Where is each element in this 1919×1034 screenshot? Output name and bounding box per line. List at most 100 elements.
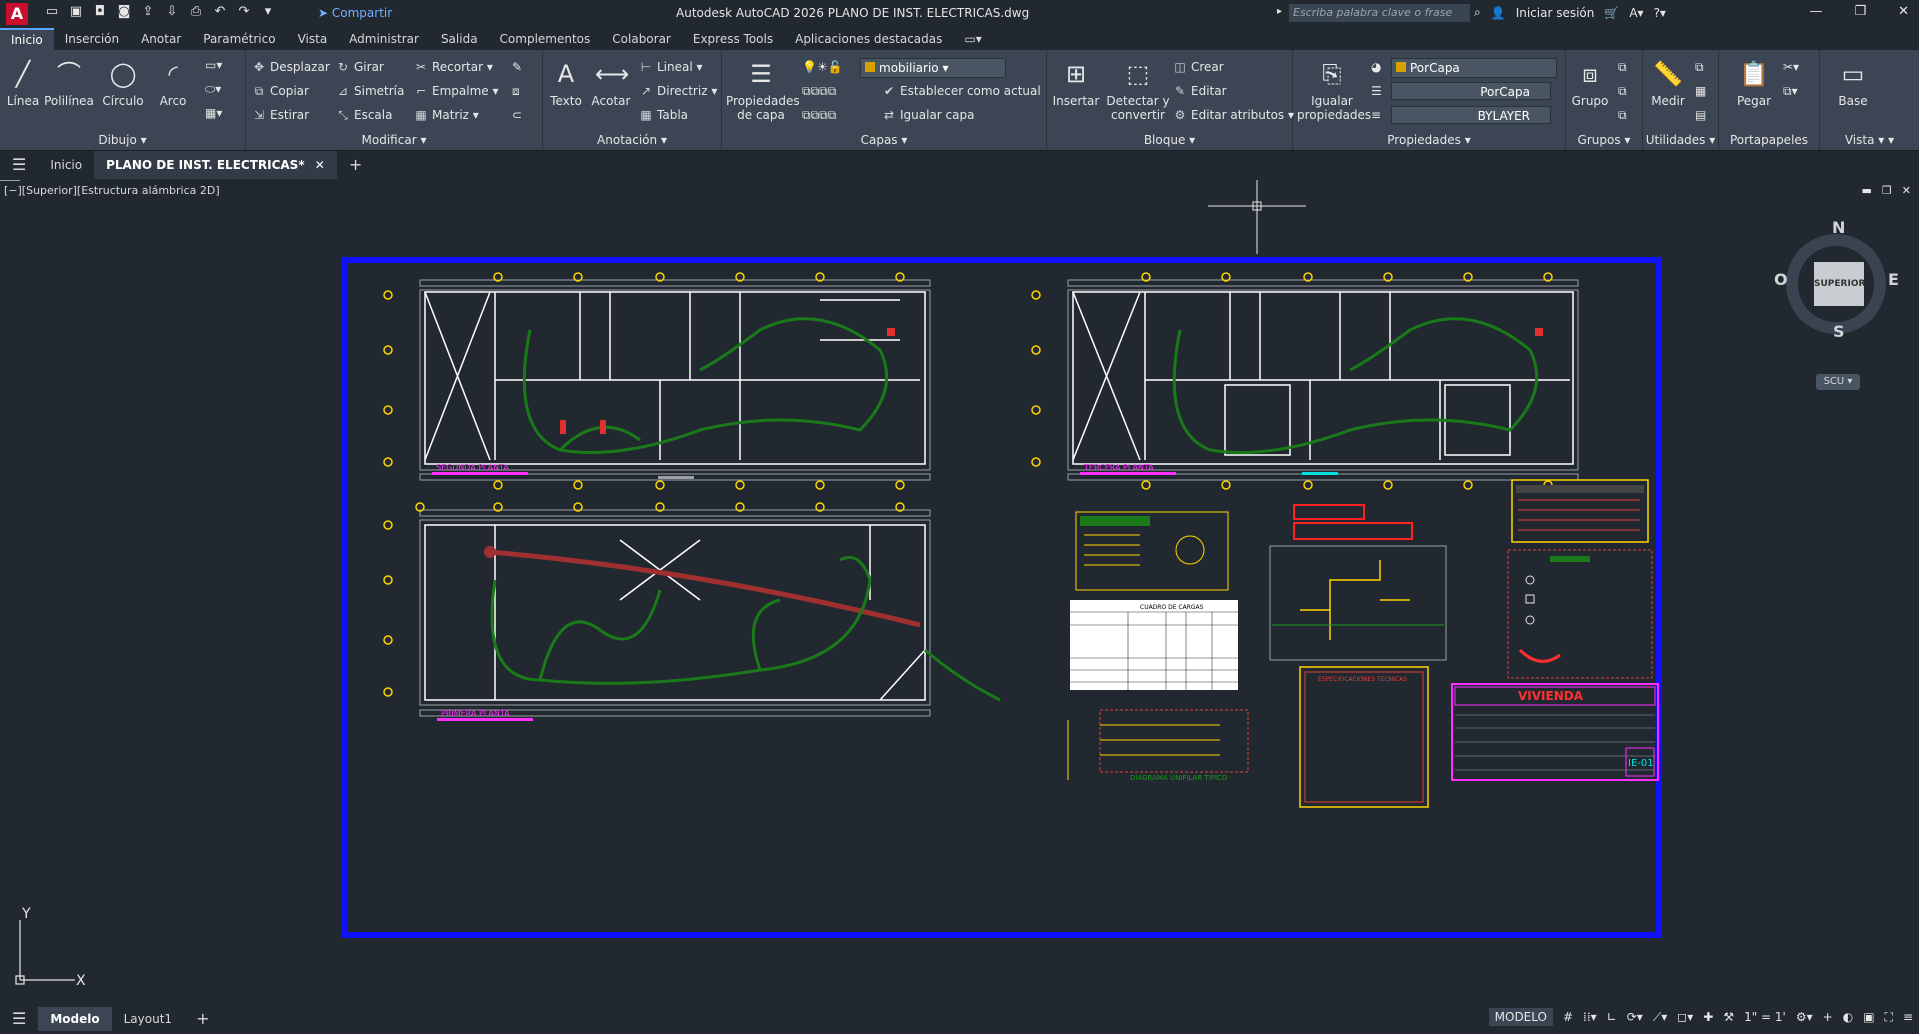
annotation-scale-button[interactable]: 1" = 1' <box>1744 1010 1786 1024</box>
arc-button[interactable]: ◜ Arco <box>156 58 190 108</box>
linear-dim-button[interactable]: ⊢ Lineal ▾ <box>639 58 703 76</box>
ribbon-options-icon[interactable]: ▭▾ <box>953 28 992 50</box>
drawing-canvas[interactable]: [−][Superior][Estructura alámbrica 2D] ▬… <box>0 180 1919 998</box>
layer-properties-button[interactable]: ☰ Propiedades de capa <box>726 58 800 122</box>
ribbon-tab-5[interactable]: Administrar <box>338 28 430 50</box>
snap-icon[interactable]: ⁞⁞▾ <box>1583 1010 1597 1024</box>
ucs-menu[interactable]: SCU ▾ <box>1816 374 1860 390</box>
expand-icon[interactable]: ▸ <box>1277 6 1282 17</box>
id-point-icon[interactable]: ▤ <box>1695 106 1706 124</box>
ribbon-tab-1[interactable]: Inserción <box>54 28 130 50</box>
new-file-icon[interactable]: ▭ <box>44 4 60 20</box>
search-icon[interactable]: ⌕ <box>1474 5 1481 20</box>
insert-button[interactable]: ⊞ Insertar <box>1051 58 1101 108</box>
layer-tools-row1[interactable]: ⧉⧉⧉⧉ <box>802 82 836 100</box>
close-icon[interactable]: ✕ <box>1898 4 1909 19</box>
set-current-button[interactable]: ✔ Establecer como actual <box>882 82 1041 100</box>
panel-title-dibujo[interactable]: Dibujo ▾ <box>0 132 245 148</box>
layer-tools-row2[interactable]: ⧉⧉⧉⧉ <box>802 106 836 124</box>
ungroup-icon[interactable]: ⧉ <box>1618 58 1627 76</box>
open-folder-icon[interactable]: ▣ <box>68 4 84 20</box>
ortho-icon[interactable]: ∟ <box>1607 1010 1617 1024</box>
hatch-icon[interactable]: ⬭▾ <box>205 80 221 98</box>
tab-layout1[interactable]: Layout1 <box>112 1007 184 1031</box>
new-tab-icon[interactable]: + <box>337 151 374 179</box>
search-input[interactable]: Escriba palabra clave o frase <box>1289 4 1470 22</box>
import-icon[interactable]: ⇪ <box>140 4 156 20</box>
line-button[interactable]: ╱ Línea <box>6 58 40 108</box>
mirror-button[interactable]: ⊿ Simetría <box>336 82 404 100</box>
menu-icon[interactable]: ☰ <box>0 151 38 179</box>
panel-title-propiedades[interactable]: Propiedades ▾ <box>1293 132 1565 148</box>
viewcube[interactable]: SUPERIOR N S E O <box>1774 218 1900 346</box>
layout-menu-icon[interactable]: ☰ <box>0 1007 38 1031</box>
ribbon-tab-7[interactable]: Complementos <box>489 28 602 50</box>
ribbon-tab-0[interactable]: Inicio <box>0 28 54 50</box>
trim-button[interactable]: ✂ Recortar ▾ <box>414 58 493 76</box>
polyline-button[interactable]: ⌒ Polilínea <box>44 58 94 108</box>
gradient-icon[interactable]: ▦▾ <box>205 104 222 122</box>
viewcube-east[interactable]: E <box>1888 270 1899 289</box>
isodraft-icon[interactable]: ⟋▾ <box>1653 1010 1667 1025</box>
help-icon[interactable]: ?▾ <box>1654 6 1666 20</box>
minimize-icon[interactable]: — <box>1809 4 1822 19</box>
ribbon-tab-8[interactable]: Colaborar <box>601 28 682 50</box>
autocad-logo[interactable]: A <box>6 3 28 25</box>
clean-screen-icon[interactable]: ⛶ <box>1885 1010 1893 1025</box>
match-layer-button[interactable]: ⇄ Igualar capa <box>882 106 975 124</box>
ribbon-tab-4[interactable]: Vista <box>287 28 339 50</box>
customize-qat-icon[interactable]: ▾ <box>260 4 276 20</box>
share-button[interactable]: ➤ Compartir <box>318 6 392 20</box>
annotation-visibility-icon[interactable]: ⚒ <box>1723 1010 1734 1024</box>
color-dropdown[interactable]: PorCapa <box>1391 58 1557 78</box>
polar-icon[interactable]: ⟳▾ <box>1627 1010 1643 1024</box>
osnap-icon[interactable]: ◻▾ <box>1677 1010 1693 1024</box>
panel-title-grupos[interactable]: Grupos ▾ <box>1566 132 1642 148</box>
ribbon-tab-9[interactable]: Express Tools <box>682 28 784 50</box>
close-tab-icon[interactable]: ✕ <box>315 158 325 172</box>
group-select-icon[interactable]: ⧉ <box>1618 106 1627 124</box>
tab-active-drawing[interactable]: PLANO DE INST. ELECTRICAS* ✕ <box>94 151 337 179</box>
circle-button[interactable]: ◯ Círculo <box>100 58 146 108</box>
user-icon[interactable]: 👤 <box>1491 6 1506 20</box>
fillet-button[interactable]: ⌐ Empalme ▾ <box>414 82 499 100</box>
add-layout-icon[interactable]: + <box>184 1007 221 1031</box>
ribbon-tab-6[interactable]: Salida <box>430 28 489 50</box>
explode-icon[interactable]: ⧈ <box>512 82 520 100</box>
calculator-icon[interactable]: ▦ <box>1695 82 1706 100</box>
edit-block-button[interactable]: ✎ Editar <box>1173 82 1227 100</box>
lineweight-dropdown[interactable]: BYLAYER <box>1391 106 1551 124</box>
workspace-icon[interactable]: ⚙▾ <box>1796 1010 1813 1024</box>
measure-button[interactable]: 📏 Medir <box>1647 58 1689 108</box>
panel-title-anotacion[interactable]: Anotación ▾ <box>543 132 721 148</box>
add-icon[interactable]: + <box>1823 1010 1833 1024</box>
save-as-icon[interactable]: ◙ <box>116 4 132 20</box>
restore-icon[interactable]: ❐ <box>1854 4 1866 19</box>
hardware-acceleration-icon[interactable]: ▣ <box>1863 1010 1874 1024</box>
edit-attributes-button[interactable]: ⚙ Editar atributos ▾ <box>1173 106 1294 124</box>
dimension-button[interactable]: ⟷ Acotar <box>591 58 631 108</box>
text-button[interactable]: A Texto <box>547 58 585 108</box>
ribbon-tab-10[interactable]: Aplicaciones destacadas <box>784 28 953 50</box>
model-space-button[interactable]: MODELO <box>1488 1008 1553 1026</box>
undo-icon[interactable]: ↶ <box>212 4 228 20</box>
viewcube-south[interactable]: S <box>1833 322 1845 341</box>
isolate-icon[interactable]: ◐ <box>1843 1010 1853 1024</box>
offset-icon[interactable]: ⊂ <box>512 106 522 124</box>
layer-state-icons[interactable]: 💡☀🔓 <box>802 58 843 76</box>
rotate-button[interactable]: ↻ Girar <box>336 58 384 76</box>
print-icon[interactable]: ⎙ <box>188 4 204 20</box>
rectangle-icon[interactable]: ▭▾ <box>205 56 222 74</box>
tab-model[interactable]: Modelo <box>38 1007 112 1031</box>
erase-icon[interactable]: ✎ <box>512 58 522 76</box>
leader-button[interactable]: ↗ Directriz ▾ <box>639 82 717 100</box>
viewcube-face[interactable]: SUPERIOR <box>1814 262 1865 306</box>
group-edit-icon[interactable]: ⧉ <box>1618 82 1627 100</box>
copy-button[interactable]: ⧉ Copiar <box>252 82 309 100</box>
save-icon[interactable]: ◘ <box>92 4 108 20</box>
viewcube-north[interactable]: N <box>1832 218 1845 237</box>
array-button[interactable]: ▦ Matriz ▾ <box>414 106 479 124</box>
panel-title-bloque[interactable]: Bloque ▾ <box>1047 132 1292 148</box>
panel-title-vista[interactable]: Vista ▾ ▾ <box>1820 132 1919 148</box>
copy-clip-icon[interactable]: ⧉▾ <box>1783 82 1798 100</box>
